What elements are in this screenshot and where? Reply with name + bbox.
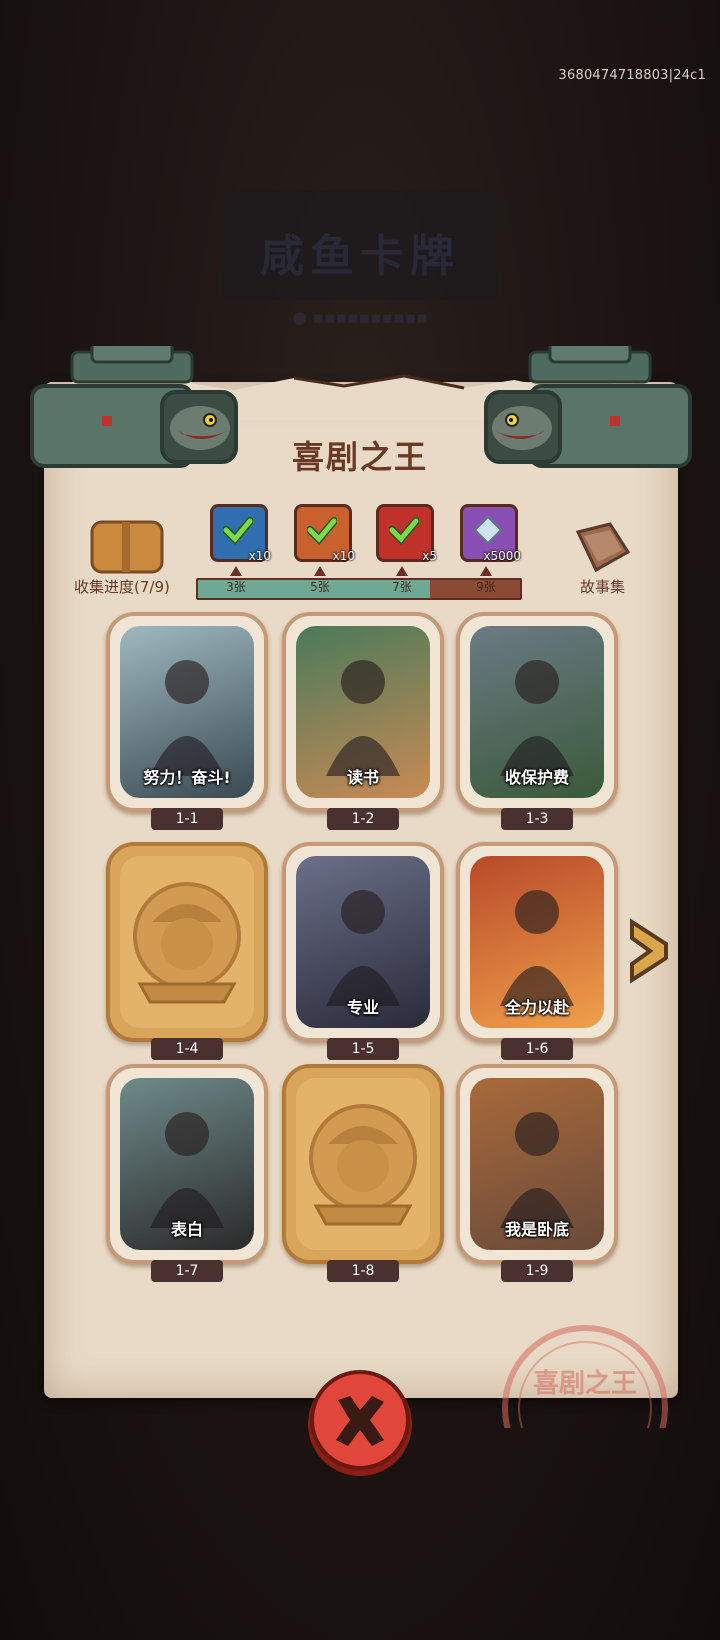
reward-count: x10 <box>248 549 271 563</box>
locked-card-silhouette-icon <box>296 1078 430 1250</box>
milestone-marker <box>314 566 326 576</box>
diamond-icon <box>473 515 503 545</box>
card-illustration: 收保护费 <box>470 626 604 798</box>
card-title: 读书 <box>346 768 379 787</box>
card-number: 1-6 <box>501 1038 573 1060</box>
milestone-label: 9张 <box>476 580 496 594</box>
card-illustration: 表白 <box>120 1078 254 1250</box>
card-number: 1-4 <box>151 1038 223 1060</box>
locked-card-silhouette-icon <box>120 856 254 1028</box>
fish-camera-left-icon <box>30 346 238 468</box>
background-title: 咸鱼卡牌 <box>260 231 460 282</box>
milestone-reward-chest-icon[interactable]: x10 <box>210 504 271 563</box>
card-number: 1-5 <box>327 1038 399 1060</box>
card-album-icon[interactable] <box>88 520 166 574</box>
card-illustration: 读书 <box>296 626 430 798</box>
card[interactable]: 读书 <box>282 612 444 812</box>
reward-count: x10 <box>332 549 355 563</box>
fish-camera-right-icon <box>484 346 692 468</box>
stamp-text: 喜剧之王 <box>533 1368 637 1399</box>
milestone-marker <box>230 566 242 576</box>
card-title: 表白 <box>170 1220 203 1239</box>
card-locked[interactable] <box>282 1064 444 1264</box>
checkmark-icon <box>389 517 419 545</box>
card[interactable]: 收保护费 <box>456 612 618 812</box>
story-collection-label[interactable]: 故事集 <box>580 576 625 597</box>
card-title: 全力以赴 <box>504 998 569 1017</box>
card-illustration: 全力以赴 <box>470 856 604 1028</box>
collection-progress-label: 收集进度(7/9) <box>74 578 170 596</box>
close-button[interactable] <box>304 1368 416 1480</box>
card-title: 专业 <box>346 998 379 1017</box>
milestone-reward-key-icon[interactable]: x10 <box>294 504 355 563</box>
card[interactable]: 表白 <box>106 1064 268 1264</box>
milestone-label: 7张 <box>392 580 412 594</box>
card-number: 1-7 <box>151 1260 223 1282</box>
card-title: 我是卧底 <box>504 1220 569 1239</box>
panel-title: 喜剧之王 <box>291 438 428 476</box>
card-number: 1-9 <box>501 1260 573 1282</box>
card-locked[interactable] <box>106 842 268 1042</box>
card[interactable]: 努力！奋斗! <box>106 612 268 812</box>
milestone-marker <box>396 566 408 576</box>
card-illustration: 努力！奋斗! <box>120 626 254 798</box>
card[interactable]: 全力以赴 <box>456 842 618 1042</box>
background-subtitle: ● ▪▪▪▪▪▪▪▪▪▪ <box>292 308 428 328</box>
card-number: 1-1 <box>151 808 223 830</box>
card[interactable]: 我是卧底 <box>456 1064 618 1264</box>
checkmark-icon <box>307 517 337 545</box>
card[interactable]: 专业 <box>282 842 444 1042</box>
milestone-marker <box>480 566 492 576</box>
milestone-label: 5张 <box>310 580 330 594</box>
card-illustration: 专业 <box>296 856 430 1028</box>
reward-count: x5000 <box>483 549 521 563</box>
milestone-reward-orb-icon[interactable]: x5 <box>376 504 437 563</box>
milestone-label: 3张 <box>226 580 246 594</box>
reward-count: x5 <box>422 549 437 563</box>
next-page-arrow-icon[interactable] <box>626 916 672 986</box>
seal-stamp: 喜剧之王 <box>502 1325 668 1428</box>
checkmark-icon <box>223 517 253 545</box>
debug-id: 3680474718803|24c1 <box>558 68 706 83</box>
card-number: 1-2 <box>327 808 399 830</box>
card-illustration: 我是卧底 <box>470 1078 604 1250</box>
card-number: 1-3 <box>501 808 573 830</box>
card-number: 1-8 <box>327 1260 399 1282</box>
story-book-icon[interactable] <box>570 522 632 574</box>
card-title: 收保护费 <box>504 768 569 787</box>
card-title: 努力！奋斗! <box>143 768 231 787</box>
milestone-reward-diamond-icon[interactable]: x5000 <box>460 504 521 563</box>
